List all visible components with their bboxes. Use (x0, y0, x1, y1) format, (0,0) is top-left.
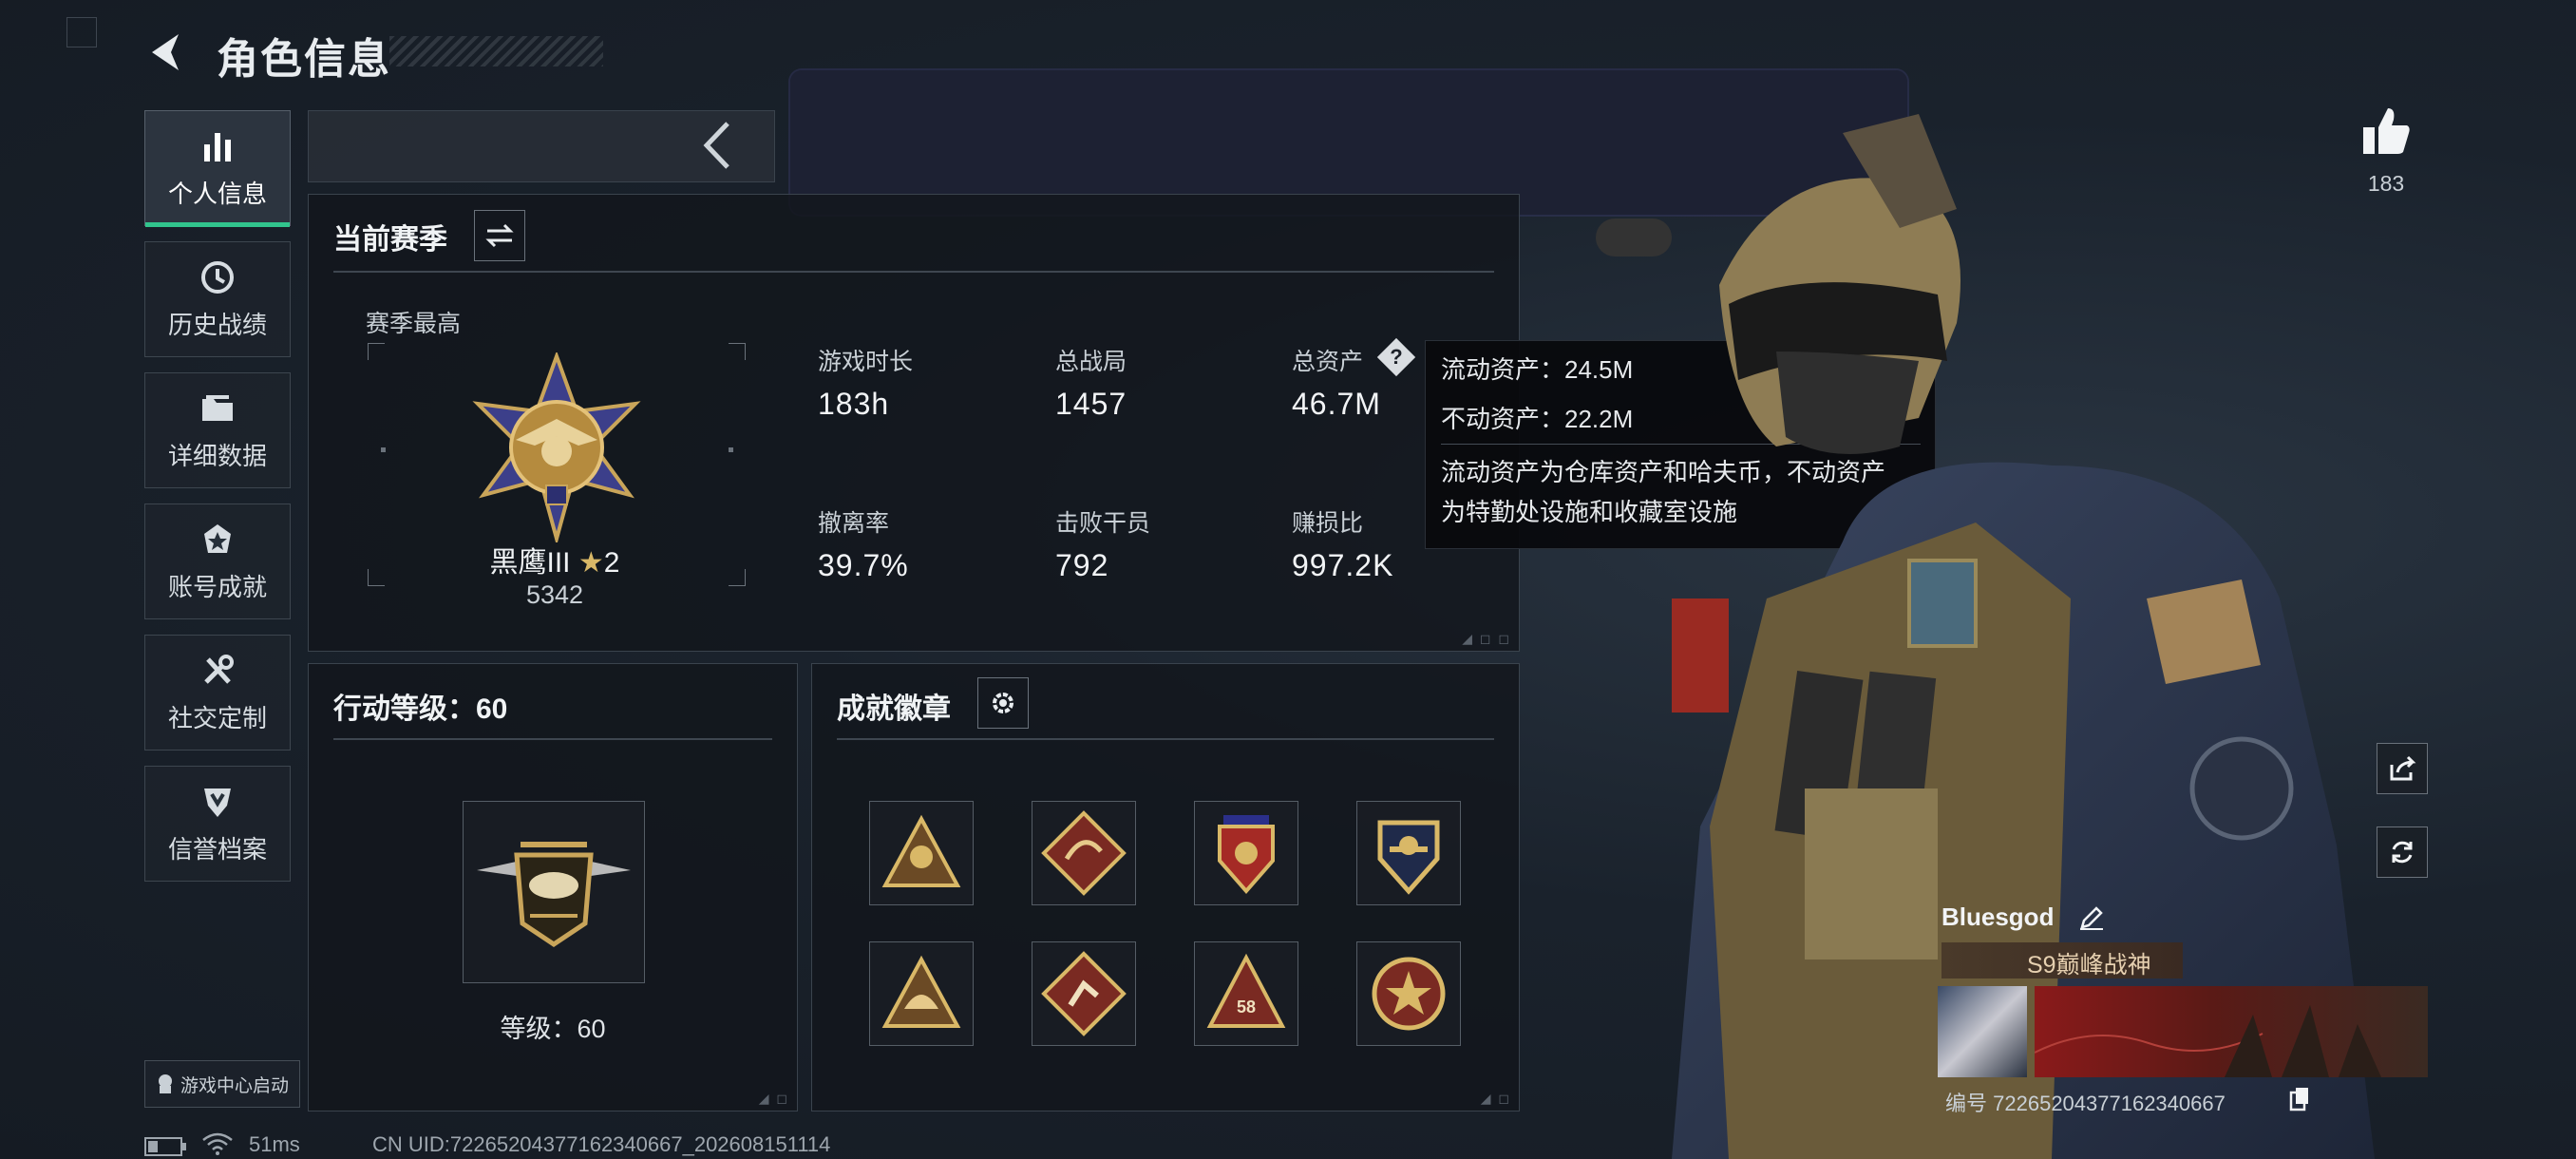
title-stripe-decoration (389, 36, 603, 66)
sidebar-item-history[interactable]: 历史战绩 (144, 241, 291, 357)
sidebar-item-detail-data[interactable]: 详细数据 (144, 372, 291, 488)
id-value: 7226520437716234066​7 (1993, 1092, 2226, 1115)
gear-icon (993, 693, 1013, 713)
badge-triangle-soldier[interactable] (869, 801, 974, 905)
game-center-launch-button[interactable]: 游戏中心启动 (144, 1060, 300, 1108)
rank-stars: 2 (603, 547, 620, 579)
season-best-label: 赛季最高 (366, 311, 462, 337)
share-button[interactable] (2377, 743, 2428, 794)
level-emblem-frame (463, 801, 645, 983)
profile-banner (2034, 986, 2428, 1077)
page-title: 角色信息 (217, 36, 391, 83)
tools-icon (204, 654, 234, 684)
sidebar-item-label: 社交定制 (167, 703, 267, 732)
badge-diamond-runner[interactable] (1032, 941, 1136, 1046)
stat-value-kills: 792 (1055, 548, 1109, 582)
stat-value-profit-ratio: 997.2K (1292, 548, 1394, 582)
level-text: 等级：60 (500, 1015, 606, 1043)
sidebar-item-credit[interactable]: 信誉档案 (144, 766, 291, 882)
sidebar-item-label: 个人信息 (167, 179, 267, 208)
shield-credit-icon (204, 788, 231, 817)
action-level-panel: 行动等级：60 等级：60 ◢ ◻ (308, 663, 798, 1112)
achievement-icon (204, 523, 231, 553)
stat-value-extract-rate: 39.7% (818, 548, 909, 582)
badge-triangle-helmet[interactable] (869, 941, 974, 1046)
player-id: 编号 7226520437716234066​7 (1945, 1087, 2226, 1117)
share-icon (2390, 755, 2416, 781)
avatar[interactable] (1938, 986, 2027, 1077)
corner-marks-decoration: ◢ ◻ ◻ (1462, 631, 1511, 646)
sidebar-item-label: 账号成就 (167, 572, 267, 601)
sidebar-item-label: 详细数据 (167, 441, 267, 470)
stat-label-matches: 总战局 (1055, 349, 1127, 375)
back-arrow-icon[interactable] (142, 28, 190, 76)
badge-red-shield[interactable] (1194, 801, 1298, 905)
action-level-title: 行动等级：60 (333, 694, 508, 725)
launch-label: 游戏中心启动 (180, 1075, 289, 1096)
edit-pencil-icon[interactable] (2078, 904, 2105, 931)
rank-name-row: 黑鹰III ★2 (474, 539, 635, 580)
sidebar-item-personal-info[interactable]: 个人信息 (144, 110, 291, 227)
badge-triangle-58[interactable]: 58 (1194, 941, 1298, 1046)
game-center-icon (158, 1074, 172, 1093)
badge-wings-shield[interactable] (1356, 801, 1461, 905)
stat-value-playtime: 183h (818, 387, 890, 421)
corner-marks-decoration: ◢ ◻ (758, 1091, 789, 1106)
sidebar-item-achievements[interactable]: 账号成就 (144, 504, 291, 619)
badge-58-text: 58 (1237, 998, 1256, 1016)
id-label: 编号 (1945, 1092, 1988, 1115)
star-icon: ★ (578, 547, 604, 579)
help-question-mark: ? (1390, 345, 1403, 369)
refresh-icon (2392, 841, 2413, 864)
sidebar-item-label: 信誉档案 (167, 834, 267, 864)
folder-icon (202, 394, 233, 421)
rank-name: 黑鹰III (489, 547, 571, 579)
badges-title: 成就徽章 (837, 694, 951, 725)
rank-emblem-icon (472, 352, 641, 542)
stat-value-matches: 1457 (1055, 387, 1127, 421)
sidebar-item-label: 历史战绩 (167, 310, 267, 339)
corner-marks-decoration: ◢ ◻ (1480, 1091, 1511, 1106)
title-tag-label: S9巅峰战神 (2027, 952, 2151, 978)
rank-points: 5342 (525, 580, 584, 609)
thumbs-up-icon[interactable] (2358, 103, 2415, 160)
sidebar-item-social[interactable]: 社交定制 (144, 635, 291, 750)
history-clock-icon (201, 260, 234, 294)
stat-label-kills: 击败干员 (1055, 510, 1151, 537)
badges-panel: 成就徽章 58 ◢ ◻ (811, 663, 1520, 1112)
bar-chart-icon (204, 132, 231, 162)
badge-dragon-diamond[interactable] (1032, 801, 1136, 905)
stat-label-playtime: 游戏时长 (818, 349, 914, 375)
copy-icon[interactable] (2289, 1087, 2310, 1112)
season-title: 当前赛季 (333, 224, 447, 256)
swap-arrows-icon (485, 223, 514, 248)
season-switch-button[interactable] (474, 210, 525, 261)
rotate-button[interactable] (2377, 826, 2428, 878)
ping-text: 51ms (249, 1132, 300, 1156)
corner-decoration (66, 17, 97, 48)
username: Bluesgod (1941, 902, 2055, 931)
stat-label-assets: 总资产 (1292, 349, 1364, 375)
stat-label-extract-rate: 撤离率 (818, 510, 890, 537)
helicopter-emblem-icon (477, 842, 631, 948)
badges-settings-button[interactable] (977, 677, 1029, 729)
title-tag: S9巅峰战神 (1941, 942, 2183, 978)
wifi-icon (202, 1132, 233, 1155)
battery-icon (144, 1137, 186, 1156)
stat-label-profit-ratio: 赚损比 (1292, 510, 1364, 537)
season-panel: 当前赛季 赛季最高 黑鹰III ★2 5342 游戏时长 183h 总战局 14… (308, 194, 1520, 652)
stat-value-assets: 46.7M (1292, 387, 1381, 421)
uid-text: CN UID:72265204377162340667_202608151114 (372, 1132, 831, 1156)
collapse-chevron-icon[interactable] (699, 120, 735, 171)
likes-count: 183 (2367, 171, 2405, 196)
badge-star-circle[interactable] (1356, 941, 1461, 1046)
